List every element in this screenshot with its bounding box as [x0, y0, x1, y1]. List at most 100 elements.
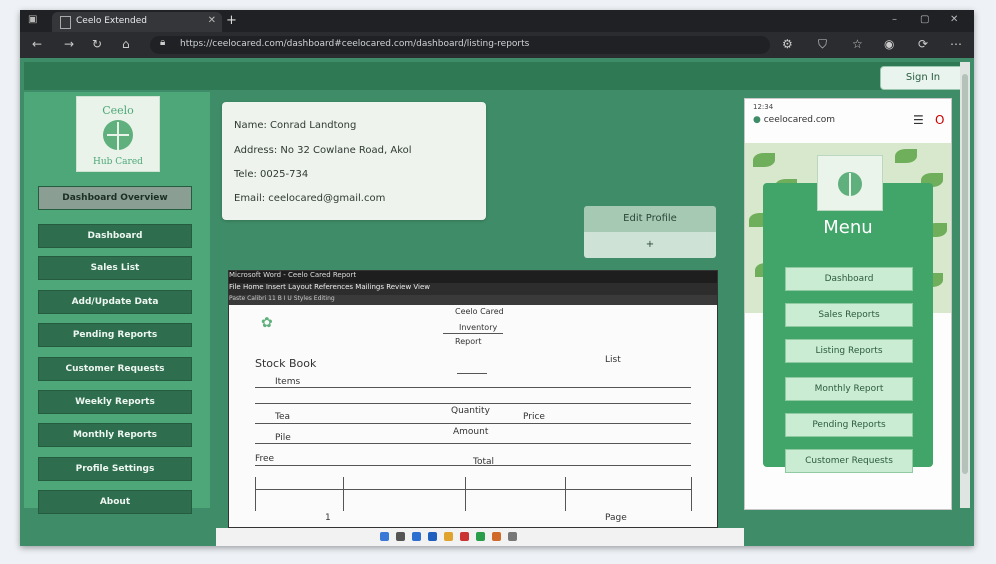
- powerpoint-icon[interactable]: [492, 532, 501, 541]
- site-header: [24, 62, 970, 90]
- doc-heading-2: Inventory: [459, 323, 498, 332]
- doc-heading-1: Ceelo Cared: [455, 307, 504, 316]
- mid-value-3: Amount: [453, 427, 489, 437]
- info-name: Name: Conrad Landtong: [234, 120, 357, 131]
- action-card: Edit Profile +: [584, 206, 716, 258]
- preview-logo-icon: ✿: [261, 315, 273, 331]
- browser-window: ▣ Ceelo Extended ✕ + – ▢ ✕ ← → ↻ ⌂ 🔒︎ ht…: [20, 10, 974, 546]
- phone-lock-icon: ●: [753, 115, 761, 125]
- sidebar-item-dashboard-overview[interactable]: Dashboard Overview: [38, 186, 192, 210]
- home-icon[interactable]: ⌂: [122, 37, 130, 51]
- add-button[interactable]: +: [584, 232, 716, 258]
- info-address: Address: No 32 Cowlane Road, Akol: [234, 145, 412, 156]
- preview-subribbon: Paste Calibri 11 B I U Styles Editing: [229, 295, 717, 305]
- more-icon[interactable]: ⋯: [950, 37, 962, 51]
- profile-info-card: Name: Conrad Landtong Address: No 32 Cow…: [222, 102, 486, 220]
- shield-icon[interactable]: ⛉: [818, 37, 827, 52]
- extensions-icon[interactable]: ⚙: [782, 37, 793, 51]
- mid-value-2: Price: [523, 412, 545, 422]
- sidebar-item-about[interactable]: About: [38, 490, 192, 514]
- doc-rule: [457, 373, 487, 374]
- sidebar-item-weekly-reports[interactable]: Weekly Reports: [38, 390, 192, 414]
- taskbar: [216, 528, 744, 546]
- maximize-icon[interactable]: ▢: [920, 14, 929, 25]
- mid-value-4: Total: [473, 457, 495, 467]
- menu-item-customer-requests[interactable]: Customer Requests: [785, 449, 913, 473]
- menu-item-dashboard[interactable]: Dashboard: [785, 267, 913, 291]
- sidebar-item-profile-settings[interactable]: Profile Settings: [38, 457, 192, 481]
- page-number: 1: [325, 513, 331, 523]
- reload-icon[interactable]: ↻: [92, 37, 102, 51]
- table-line-1: [255, 387, 691, 388]
- window-menu-icon[interactable]: ▣: [28, 14, 37, 25]
- document-preview: Microsoft Word - Ceelo Cared Report File…: [228, 270, 718, 528]
- table-line-4: [255, 443, 691, 444]
- sync-icon[interactable]: ⟳: [918, 37, 928, 51]
- col-line-2: [343, 477, 344, 511]
- col-line-4: [565, 477, 566, 511]
- sidebar-item-sales-list[interactable]: Sales List: [38, 256, 192, 280]
- row-label-1: Items: [275, 377, 301, 387]
- mid-value-1: Quantity: [451, 406, 490, 416]
- page-label: Page: [605, 513, 627, 523]
- phone-url: ceelocared.com: [763, 115, 836, 125]
- sidebar: Ceelo Hub Cared Dashboard Overview Dashb…: [24, 92, 210, 514]
- col-line-3: [465, 477, 466, 511]
- start-icon[interactable]: [380, 532, 389, 541]
- search-icon[interactable]: [396, 532, 405, 541]
- bookmark-icon[interactable]: ☆: [852, 37, 863, 51]
- sidebar-item-monthly-reports[interactable]: Monthly Reports: [38, 423, 192, 447]
- ceelo-logo: Ceelo Hub Cared: [76, 96, 160, 172]
- app-icon[interactable]: [460, 532, 469, 541]
- settings-icon[interactable]: [508, 532, 517, 541]
- tab-title: Ceelo Extended: [76, 16, 147, 26]
- back-icon[interactable]: ←: [32, 37, 42, 51]
- sidebar-item-add-update-data[interactable]: Add/Update Data: [38, 290, 192, 314]
- sidebar-item-customer-requests[interactable]: Customer Requests: [38, 357, 192, 381]
- lock-icon: 🔒︎: [160, 37, 166, 48]
- phone-logo: [817, 155, 883, 211]
- sign-in-button[interactable]: Sign In: [880, 66, 966, 90]
- menu-item-listing-reports[interactable]: Listing Reports: [785, 339, 913, 363]
- sidebar-item-dashboard[interactable]: Dashboard: [38, 224, 192, 248]
- tab-close-icon[interactable]: ✕: [208, 15, 216, 26]
- word-icon[interactable]: [428, 532, 437, 541]
- profile-icon[interactable]: ◉: [884, 37, 894, 51]
- address-bar[interactable]: 🔒︎ https://ceelocared.com/dashboard#ceel…: [150, 36, 770, 54]
- menu-item-monthly-report[interactable]: Monthly Report: [785, 377, 913, 401]
- new-tab-icon[interactable]: +: [226, 13, 237, 28]
- browser-toolbar: ← → ↻ ⌂ 🔒︎ https://ceelocared.com/dashbo…: [20, 32, 974, 58]
- close-window-icon[interactable]: ✕: [950, 14, 958, 25]
- edge-icon[interactable]: [412, 532, 421, 541]
- svg-text:Hub Cared: Hub Cared: [93, 157, 143, 167]
- browser-tab[interactable]: Ceelo Extended ✕: [52, 12, 222, 32]
- forward-icon[interactable]: →: [64, 37, 74, 51]
- doc-left-label: Stock Book: [255, 357, 317, 370]
- col-line-1: [255, 477, 256, 511]
- opera-icon[interactable]: O: [935, 113, 944, 127]
- preview-ribbon: File Home Insert Layout References Maili…: [229, 283, 717, 295]
- doc-right-label: List: [605, 355, 621, 365]
- info-email: Email: ceelocared@gmail.com: [234, 193, 386, 204]
- phone-status: 12:34: [753, 103, 774, 111]
- info-tele: Tele: 0025-734: [234, 169, 309, 180]
- doc-heading-3: Report: [455, 337, 482, 346]
- minimize-icon[interactable]: –: [892, 14, 897, 25]
- phone-menu-icon[interactable]: ☰: [913, 113, 924, 127]
- row-label-2: Tea: [275, 412, 291, 422]
- row-label-4: Free: [255, 454, 275, 464]
- table-line-3: [255, 423, 691, 424]
- table-line-2: [255, 403, 691, 404]
- phone-address-bar[interactable]: ● ceelocared.com ☰ O: [753, 113, 944, 135]
- menu-item-sales-reports[interactable]: Sales Reports: [785, 303, 913, 327]
- menu-item-pending-reports[interactable]: Pending Reports: [785, 413, 913, 437]
- excel-icon[interactable]: [476, 532, 485, 541]
- svg-text:Ceelo: Ceelo: [102, 104, 134, 117]
- table-line-6: [255, 489, 691, 490]
- sidebar-item-pending-reports[interactable]: Pending Reports: [38, 323, 192, 347]
- scrollbar-thumb[interactable]: [962, 74, 968, 474]
- page-scrollbar[interactable]: [960, 62, 970, 508]
- edit-profile-button[interactable]: Edit Profile: [584, 206, 716, 232]
- mobile-menu-panel: Menu Dashboard Sales Reports Listing Rep…: [763, 183, 933, 473]
- folder-icon[interactable]: [444, 532, 453, 541]
